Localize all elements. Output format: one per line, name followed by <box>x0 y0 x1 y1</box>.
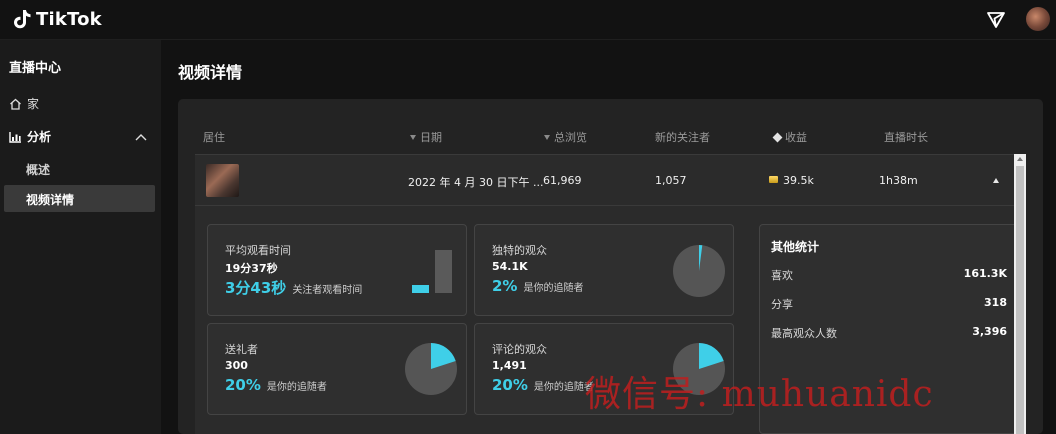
sidebar-item-home[interactable]: 家 <box>9 95 39 112</box>
user-avatar[interactable] <box>1026 7 1050 31</box>
sidebar-item-video-details-label: 视频详情 <box>26 193 75 207</box>
column-header-revenue[interactable]: 收益 <box>772 129 807 145</box>
coin-icon <box>769 176 778 183</box>
card-avg-watch-time: 平均观看时间 19分37秒 3分43秒 关注者观看时间 <box>207 224 467 316</box>
chart-icon <box>9 131 21 143</box>
table-row[interactable]: 2022 年 4 月 30 日下午 ... 61,969 1,057 39.5k… <box>195 154 1014 206</box>
stat-likes-value: 161.3K <box>963 267 1007 280</box>
sidebar-item-video-details[interactable]: 视频详情 <box>4 185 155 212</box>
card-unique-viewers: 独特的观众 54.1K 2% 是你的追随者 <box>474 224 734 316</box>
home-icon <box>10 98 21 110</box>
sidebar: 直播中心 家 分析 概述 视频详情 <box>0 40 161 434</box>
stat-peak-value: 3,396 <box>972 325 1007 338</box>
card-label: 送礼者 <box>225 343 258 356</box>
stat-shares-label: 分享 <box>771 298 793 311</box>
column-header-views-label: 总浏览 <box>554 131 587 144</box>
card-highlight: 20% <box>492 376 528 394</box>
live-thumbnail <box>206 164 239 197</box>
other-stats-title: 其他统计 <box>771 240 820 254</box>
row-new-followers: 1,057 <box>655 174 687 187</box>
stat-shares: 分享 318 <box>771 296 1007 312</box>
send-icon[interactable] <box>985 9 1007 31</box>
tiktok-logo[interactable]: TikTok <box>12 8 102 30</box>
card-value: 19分37秒 <box>225 262 278 275</box>
row-revenue-value: 39.5k <box>783 174 814 187</box>
card-label: 平均观看时间 <box>225 244 291 257</box>
card-desc: 是你的追随者 <box>266 382 327 393</box>
card-label: 评论的观众 <box>492 343 547 356</box>
card-desc: 关注者观看时间 <box>292 285 363 296</box>
card-comparison: 2% 是你的追随者 <box>492 277 583 295</box>
card-label: 独特的观众 <box>492 244 547 257</box>
column-header-location[interactable]: 居住 <box>203 129 225 145</box>
pie-chart-gifters <box>405 343 457 395</box>
page-title: 视频详情 <box>178 63 243 82</box>
scrollbar[interactable] <box>1014 154 1026 434</box>
card-comparison: 20% 是你的追随者 <box>225 376 327 394</box>
card-highlight: 20% <box>225 376 261 394</box>
row-revenue: 39.5k <box>769 174 814 187</box>
card-comparison: 3分43秒 关注者观看时间 <box>225 277 362 298</box>
card-desc: 是你的追随者 <box>523 283 584 294</box>
bar-chart-mini <box>412 250 452 293</box>
sidebar-item-home-label: 家 <box>27 97 40 111</box>
sidebar-title: 直播中心 <box>9 61 62 76</box>
column-header-location-label: 居住 <box>203 131 225 144</box>
table-header: 居住 日期 总浏览 新的关注者 收益 直播时长 <box>178 126 1043 146</box>
stat-likes-label: 喜欢 <box>771 269 793 282</box>
sidebar-item-overview[interactable]: 概述 <box>26 161 50 178</box>
column-header-revenue-label: 收益 <box>785 131 807 144</box>
card-comparison: 20% 是你的追随者 <box>492 376 594 394</box>
column-header-views[interactable]: 总浏览 <box>544 129 587 145</box>
brand-name: TikTok <box>36 8 102 30</box>
stat-peak-viewers: 最高观众人数 3,396 <box>771 325 1007 341</box>
pie-chart-unique-viewers <box>673 244 725 297</box>
row-views: 61,969 <box>543 174 582 187</box>
sort-caret-icon <box>544 134 550 140</box>
column-header-new-followers[interactable]: 新的关注者 <box>655 129 710 145</box>
scrollbar-thumb[interactable] <box>1016 166 1024 434</box>
sort-caret-icon <box>410 134 416 140</box>
top-bar: TikTok <box>0 0 1056 40</box>
stat-shares-value: 318 <box>984 296 1007 309</box>
stat-likes: 喜欢 161.3K <box>771 267 1007 283</box>
stat-peak-label: 最高观众人数 <box>771 327 837 340</box>
watermark-text: 微信号: muhuanidc <box>585 374 934 415</box>
column-header-date[interactable]: 日期 <box>410 129 442 145</box>
sidebar-item-analysis-label: 分析 <box>27 130 52 144</box>
card-value: 1,491 <box>492 359 527 372</box>
bar-all <box>435 250 452 293</box>
card-value: 54.1K <box>492 260 528 273</box>
collapse-caret-icon[interactable] <box>993 178 999 183</box>
column-header-duration[interactable]: 直播时长 <box>884 129 928 145</box>
row-date: 2022 年 4 月 30 日下午 ... <box>408 176 544 189</box>
card-gifters: 送礼者 300 20% 是你的追随者 <box>207 323 467 415</box>
bar-followers <box>412 285 429 293</box>
column-header-date-label: 日期 <box>420 131 442 144</box>
column-header-new-followers-label: 新的关注者 <box>655 131 710 144</box>
sidebar-item-analysis[interactable]: 分析 <box>9 128 147 145</box>
row-duration: 1h38m <box>879 174 918 187</box>
tiktok-note-icon <box>14 10 31 29</box>
card-highlight: 3分43秒 <box>225 279 287 297</box>
chevron-up-icon[interactable] <box>135 133 147 141</box>
scroll-up-icon[interactable] <box>1017 157 1023 161</box>
diamond-icon <box>772 132 783 142</box>
column-header-duration-label: 直播时长 <box>884 131 928 144</box>
card-value: 300 <box>225 359 248 372</box>
card-highlight: 2% <box>492 277 518 295</box>
